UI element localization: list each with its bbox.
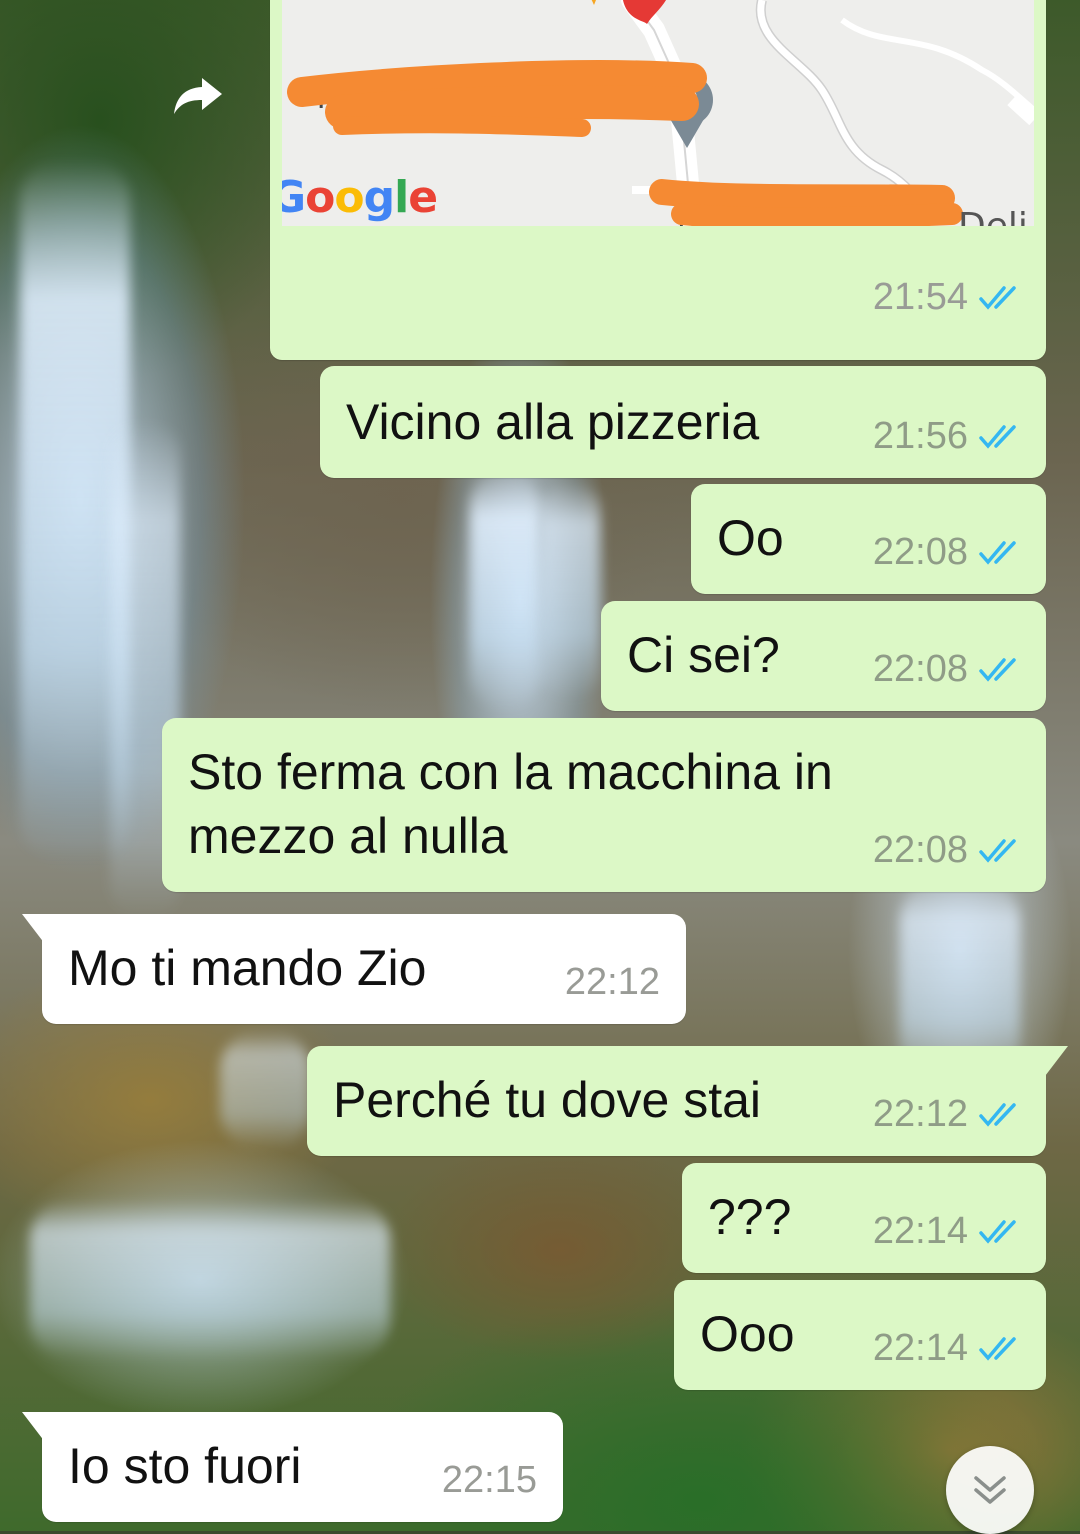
message-meta: 22:08: [873, 648, 1024, 691]
double-check-icon: [979, 285, 1016, 310]
message-meta: 22:12: [565, 961, 660, 1004]
incoming-message[interactable]: Io sto fuori 22:15: [22, 1412, 563, 1522]
message-time: 22:08: [872, 531, 968, 573]
message-text-line-1: Sto ferma con la macchina in: [188, 744, 833, 800]
message-text: ???: [708, 1189, 792, 1245]
message-meta: 22:08: [873, 531, 1024, 574]
map-place-label: Deli: [958, 206, 1028, 226]
location-message[interactable]: T zata M Google Deli 21:54: [270, 0, 1046, 360]
double-check-icon: [979, 657, 1016, 682]
message-meta: 21:56: [873, 415, 1024, 458]
double-check-icon: [979, 838, 1016, 863]
incoming-message[interactable]: Mo ti mando Zio 22:12: [22, 914, 686, 1024]
double-check-icon: [979, 424, 1016, 449]
message-time: 22:08: [872, 648, 968, 690]
message-text: Mo ti mando Zio: [68, 940, 427, 996]
message-meta: 22:15: [442, 1459, 537, 1502]
bubble-tail: [1042, 1046, 1068, 1080]
outgoing-message[interactable]: Ci sei? 22:08: [601, 601, 1046, 711]
message-time: 22:12: [872, 1093, 968, 1135]
message-meta: 22:14: [873, 1210, 1024, 1253]
outgoing-message[interactable]: Perché tu dove stai 22:12: [307, 1046, 1068, 1156]
message-time: 22:14: [872, 1327, 968, 1369]
message-text: Ooo: [700, 1306, 795, 1362]
location-pin-icon: [622, 0, 667, 24]
message-text: Ci sei?: [627, 627, 780, 683]
double-check-icon: [979, 1102, 1016, 1127]
message-meta: 22:08: [873, 829, 1024, 872]
message-time: 22:15: [441, 1459, 537, 1501]
forward-icon: [174, 78, 222, 114]
bubble-tail: [22, 914, 48, 948]
message-text: Perché tu dove stai: [333, 1072, 762, 1128]
message-time: 22:12: [564, 961, 660, 1003]
message-text: Oo: [717, 510, 784, 566]
outgoing-message[interactable]: Ooo 22:14: [674, 1280, 1046, 1390]
double-check-icon: [979, 1336, 1016, 1361]
message-meta: 22:14: [873, 1327, 1024, 1370]
double-check-icon: [979, 1219, 1016, 1244]
message-time: 22:08: [872, 829, 968, 871]
message-time: 21:54: [872, 276, 968, 318]
message-meta: 22:12: [873, 1093, 1024, 1136]
double-check-icon: [979, 540, 1016, 565]
outgoing-message[interactable]: Vicino alla pizzeria 21:56: [320, 366, 1046, 478]
message-time: 22:14: [872, 1210, 968, 1252]
bubble-tail: [22, 1412, 48, 1446]
message-meta: 21:54: [873, 276, 1024, 319]
forward-button[interactable]: [168, 66, 228, 126]
scroll-to-bottom-button[interactable]: [946, 1446, 1034, 1534]
outgoing-message[interactable]: Oo 22:08: [691, 484, 1046, 594]
outgoing-message[interactable]: ??? 22:14: [682, 1163, 1046, 1273]
message-time: 21:56: [872, 415, 968, 457]
map-preview[interactable]: T zata M Google Deli: [282, 0, 1034, 226]
message-text-line-2: mezzo al nulla: [188, 808, 508, 864]
message-text: Vicino alla pizzeria: [346, 394, 760, 450]
chevron-double-down-icon: [974, 1476, 1006, 1504]
message-text: Io sto fuori: [68, 1438, 302, 1494]
google-logo: Google: [282, 172, 438, 223]
outgoing-message[interactable]: Sto ferma con la macchina in mezzo al nu…: [162, 718, 1046, 892]
